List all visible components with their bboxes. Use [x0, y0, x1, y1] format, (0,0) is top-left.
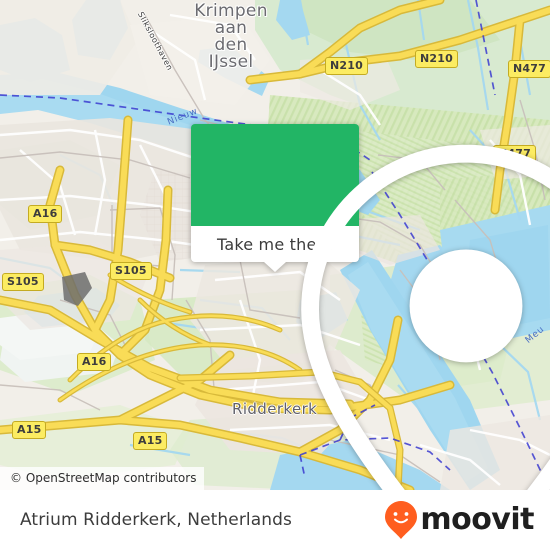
moovit-wordmark: moovit	[420, 502, 534, 537]
map-screenshot: Krimpen aan den IJssel Ridderkerk Nieuw …	[0, 0, 550, 550]
moovit-logo[interactable]: moovit	[384, 500, 534, 540]
shield-s105-mid[interactable]: S105	[110, 262, 152, 280]
shield-n210-mid[interactable]: N210	[415, 50, 458, 68]
map-pin-icon	[301, 144, 550, 490]
shield-s105-west[interactable]: S105	[2, 273, 44, 291]
location-popup-card[interactable]: Take me there	[191, 124, 550, 490]
shield-a15-south[interactable]: A15	[133, 432, 168, 450]
popup-header	[191, 124, 550, 490]
shield-n210-west[interactable]: N210	[325, 57, 368, 75]
shield-n477-top[interactable]: N477	[508, 60, 550, 78]
location-title: Atrium Ridderkerk, Netherlands	[20, 510, 292, 530]
footer-bar: Atrium Ridderkerk, Netherlands moovit	[0, 490, 550, 550]
shield-a15-west[interactable]: A15	[12, 421, 47, 439]
popup-pointer	[264, 262, 286, 272]
shield-a16-south[interactable]: A16	[77, 353, 112, 371]
map-canvas[interactable]: Krimpen aan den IJssel Ridderkerk Nieuw …	[0, 0, 550, 490]
osm-attribution[interactable]: © OpenStreetMap contributors	[0, 467, 205, 490]
moovit-smiley-pin-icon	[385, 501, 418, 539]
shield-a16-north[interactable]: A16	[28, 205, 63, 223]
